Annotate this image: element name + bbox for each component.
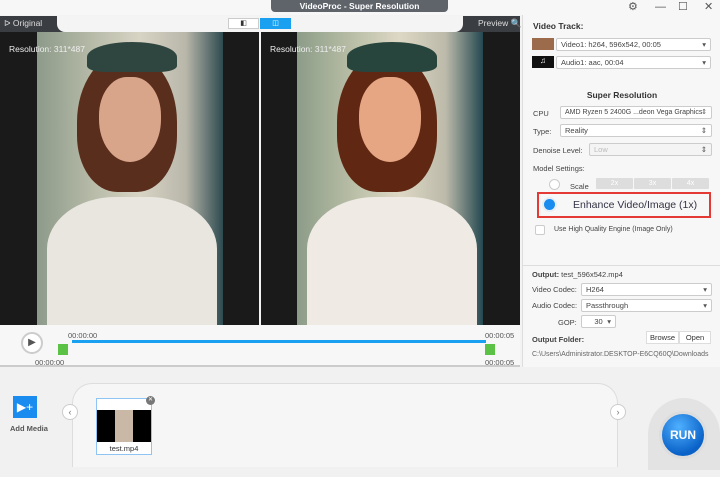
maximize-button[interactable]: ☐ xyxy=(678,0,688,14)
audio-codec-label: Audio Codec: xyxy=(532,301,578,310)
add-media-button[interactable]: Add Media xyxy=(10,424,48,433)
output-folder-path: C:\Users\Administrator.DESKTOP-E6CQ60Q\D… xyxy=(532,351,709,358)
hq-engine-label: Use High Quality Engine (Image Only) xyxy=(554,226,673,233)
minimize-button[interactable]: — xyxy=(655,0,666,14)
media-file-name: test.mp4 xyxy=(109,444,139,453)
enhance-radio[interactable] xyxy=(544,199,555,210)
run-button[interactable]: RUN xyxy=(659,411,707,459)
scale-label: Scale xyxy=(570,182,589,191)
trim-end-time: 00:00:05 xyxy=(485,358,515,367)
enhanced-video-frame xyxy=(297,32,483,325)
split-view-toggle[interactable]: ◫ xyxy=(260,18,291,29)
scale-3x-button[interactable]: 3x xyxy=(634,178,671,189)
video-track-select[interactable]: Video1: h264, 596x542, 00:05 xyxy=(556,38,711,51)
audio-codec-select[interactable]: Passthrough xyxy=(581,299,712,312)
right-resolution: Resolution: 311*487 xyxy=(270,44,346,54)
audio-track-select[interactable]: Audio1: aac, 00:04 xyxy=(556,56,711,69)
gop-input[interactable]: 30 xyxy=(581,315,616,328)
scroll-right-button[interactable]: › xyxy=(610,404,626,420)
cpu-select[interactable]: AMD Ryzen 5 2400G ...deon Vega Graphics xyxy=(560,106,712,119)
video-track-title: Video Track: xyxy=(533,21,584,31)
type-select[interactable]: Reality xyxy=(560,124,712,137)
settings-gear-icon[interactable]: ⚙ xyxy=(628,0,638,14)
open-button[interactable]: Open xyxy=(679,331,711,344)
output-folder-label: Output Folder: xyxy=(532,335,585,344)
timeline-progress[interactable] xyxy=(72,340,486,343)
end-time: 00:00:05 xyxy=(485,331,515,340)
close-button[interactable]: ✕ xyxy=(704,0,713,14)
enhanced-preview-pane xyxy=(261,32,520,325)
trim-start-handle[interactable] xyxy=(58,344,68,355)
browse-button[interactable]: Browse xyxy=(646,331,679,344)
add-media-icon[interactable]: ▶+ xyxy=(13,396,37,418)
left-resolution: Resolution: 311*487 xyxy=(9,44,85,54)
single-view-toggle[interactable]: ◧ xyxy=(228,18,259,29)
original-label[interactable]: ᐅ Original xyxy=(4,18,42,29)
gop-label: GOP: xyxy=(558,318,577,327)
hq-engine-checkbox[interactable] xyxy=(535,225,545,235)
trim-end-handle[interactable] xyxy=(485,344,495,355)
denoise-select[interactable]: Low xyxy=(589,143,712,156)
original-video-frame xyxy=(37,32,223,325)
section-title: Super Resolution xyxy=(586,90,658,100)
scroll-left-button[interactable]: ‹ xyxy=(62,404,78,420)
denoise-label: Denoise Level: xyxy=(533,146,583,155)
music-icon: ♫ xyxy=(532,56,554,68)
output-label: Output: xyxy=(532,270,560,279)
original-preview-pane xyxy=(0,32,259,325)
cpu-label: CPU xyxy=(533,109,549,118)
output-filename: test_596x542.mp4 xyxy=(561,270,623,279)
scale-radio[interactable] xyxy=(549,179,560,190)
preview-button[interactable]: Preview 🔍 xyxy=(478,18,521,29)
play-button[interactable]: ▶ xyxy=(21,332,43,354)
trim-start-time: 00:00:00 xyxy=(35,358,65,367)
scale-4x-button[interactable]: 4x xyxy=(672,178,709,189)
media-item[interactable]: test.mp4 xyxy=(96,398,152,455)
app-title: VideoProc - Super Resolution xyxy=(271,0,448,12)
type-label: Type: xyxy=(533,127,552,136)
media-tray xyxy=(72,383,618,467)
model-settings-label: Model Settings: xyxy=(533,164,585,173)
video-codec-label: Video Codec: xyxy=(532,285,577,294)
scale-2x-button[interactable]: 2x xyxy=(596,178,633,189)
video-thumbnail xyxy=(532,38,554,50)
enhance-label: Enhance Video/Image (1x) xyxy=(573,199,698,211)
remove-media-icon[interactable]: ✕ xyxy=(146,396,155,405)
start-time: 00:00:00 xyxy=(68,331,98,340)
video-codec-select[interactable]: H264 xyxy=(581,283,712,296)
